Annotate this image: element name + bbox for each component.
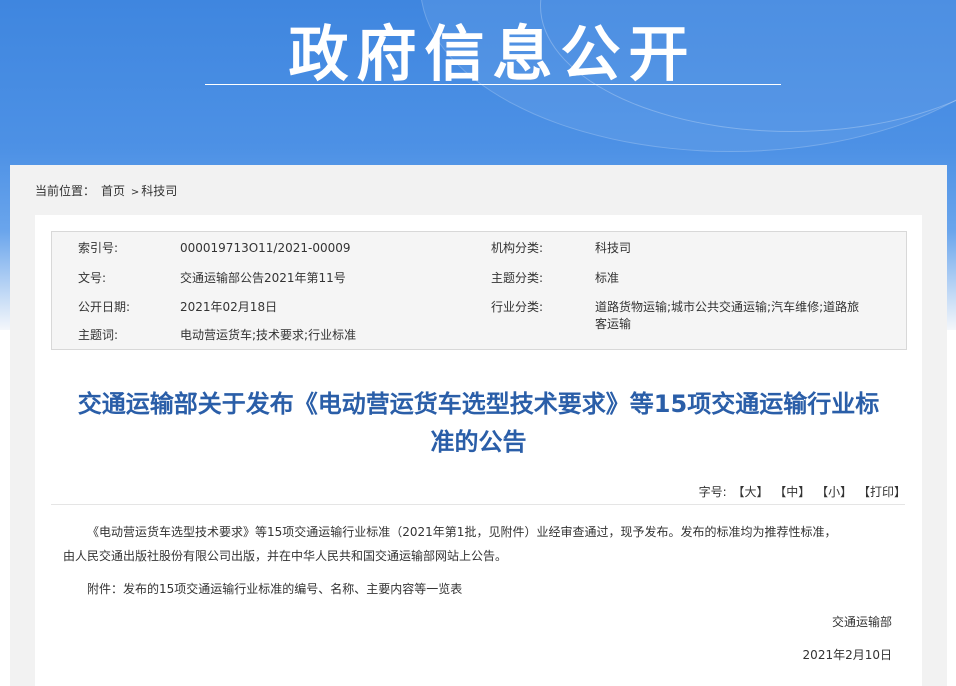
font-small-button[interactable]: 【小】 [816, 485, 852, 499]
breadcrumb-label: 当前位置： [35, 184, 96, 198]
body-paragraph-line2: 由人民交通出版社股份有限公司出版，并在中华人民共和国交通运输部网站上公告。 [63, 549, 508, 563]
breadcrumb: 当前位置： 首页 > 科技司 [35, 182, 177, 199]
signature-date: 2021年2月10日 [802, 648, 892, 662]
font-large-button[interactable]: 【大】 [732, 485, 768, 499]
attachment-line: 附件：发布的15项交通运输行业标准的编号、名称、主要内容等一览表 [87, 582, 463, 596]
banner-title: 政府信息公开 [288, 20, 697, 90]
title-divider [51, 504, 905, 505]
metadata-table: 索引号: 000019713O11/2021-00009 机构分类: 科技司 文… [51, 231, 907, 350]
print-button[interactable]: 【打印】 [858, 485, 906, 499]
index-label: 索引号: [78, 241, 119, 255]
article-title-line2: 准的公告 [430, 428, 527, 456]
doc-number-label: 文号: [78, 271, 107, 285]
font-size-toolbar: 字号: 【大】 【中】 【小】 【打印】 [697, 483, 906, 500]
date-value: 2021年02月18日 [180, 300, 278, 314]
breadcrumb-current-link[interactable]: 科技司 [141, 184, 177, 198]
index-value: 000019713O11/2021-00009 [180, 241, 351, 255]
signature: 交通运输部 [831, 615, 892, 629]
industry-value-line2: 客运输 [595, 317, 632, 331]
keywords-value: 电动营运货车;技术要求;行业标准 [180, 328, 357, 342]
org-label: 机构分类: [491, 241, 544, 255]
article-title: 交通运输部关于发布《电动营运货车选型技术要求》等15项交通运输行业标 准的公告 [35, 385, 922, 461]
industry-label: 行业分类: [491, 300, 544, 314]
banner-underline [205, 84, 781, 85]
org-value: 科技司 [595, 241, 632, 255]
topic-value: 标准 [595, 271, 620, 285]
breadcrumb-separator: > [130, 187, 140, 198]
topic-label: 主题分类: [491, 271, 544, 285]
article-title-line1: 交通运输部关于发布《电动营运货车选型技术要求》等15项交通运输行业标 [77, 390, 880, 418]
article-container: 索引号: 000019713O11/2021-00009 机构分类: 科技司 文… [35, 215, 922, 686]
keywords-label: 主题词: [78, 328, 119, 342]
font-size-label: 字号: [698, 485, 727, 499]
breadcrumb-home-link[interactable]: 首页 [101, 184, 125, 198]
doc-number-value: 交通运输部公告2021年第11号 [180, 271, 346, 285]
date-label: 公开日期: [78, 300, 131, 314]
body-paragraph-line1: 《电动营运货车选型技术要求》等15项交通运输行业标准（2021年第1批，见附件）… [87, 525, 837, 539]
industry-value-line1: 道路货物运输;城市公共交通运输;汽车维修;道路旅 [595, 300, 860, 314]
font-medium-button[interactable]: 【中】 [774, 485, 810, 499]
